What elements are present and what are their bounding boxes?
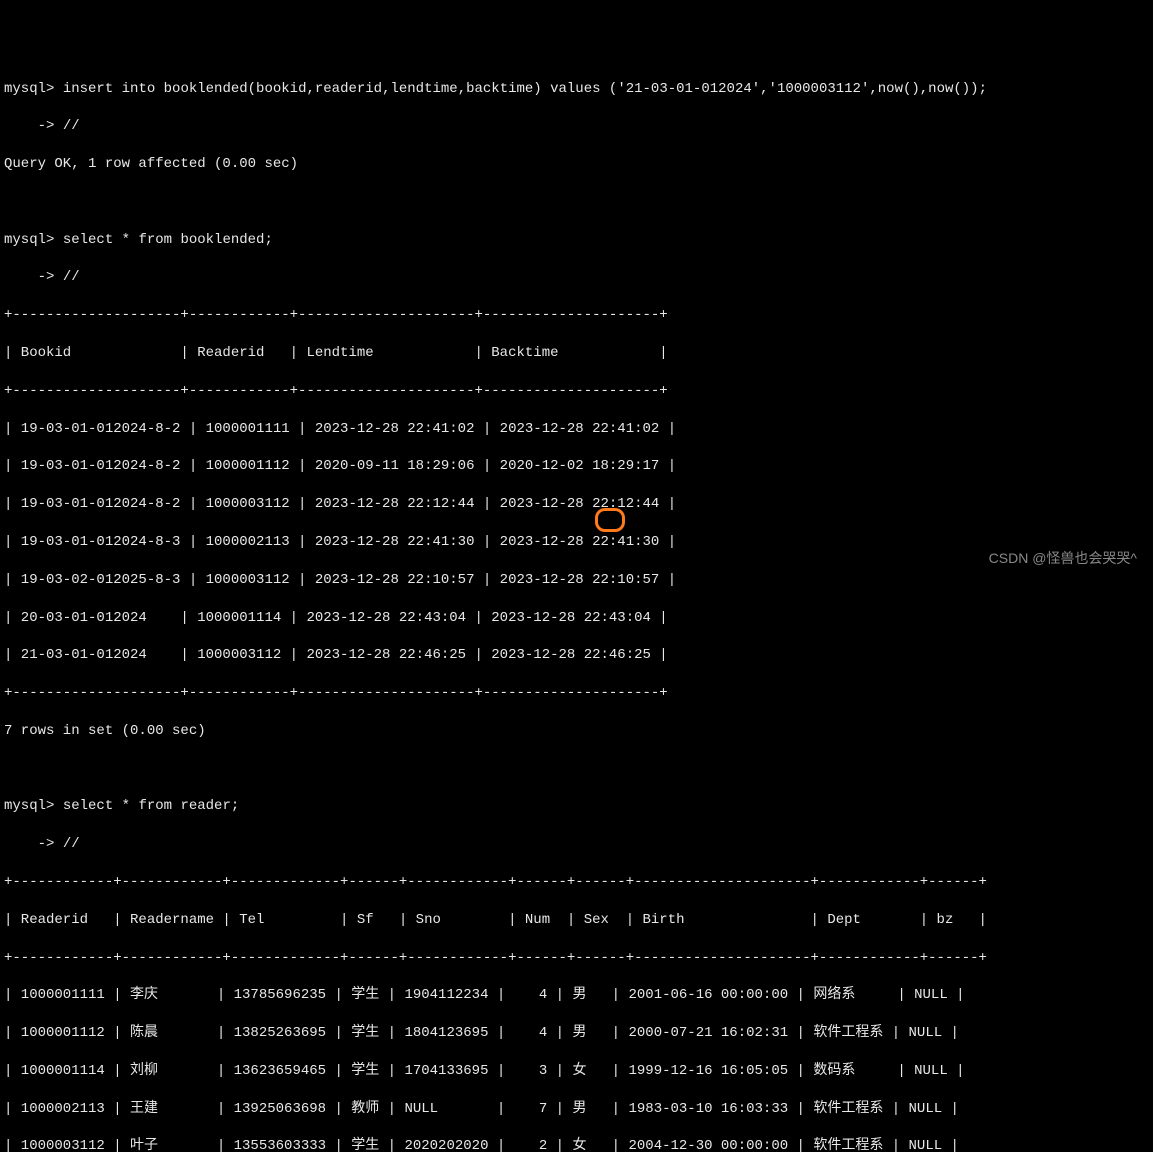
table1-row: | 19-03-01-012024-8-2 | 1000003112 | 202… xyxy=(4,495,1149,514)
table1-row: | 20-03-01-012024 | 1000001114 | 2023-12… xyxy=(4,609,1149,628)
table2-border-top: +------------+------------+-------------… xyxy=(4,873,1149,892)
terminal-line-insert: mysql> insert into booklended(bookid,rea… xyxy=(4,80,1149,99)
delimiter: // xyxy=(63,269,80,285)
table1-border-bot: +--------------------+------------+-----… xyxy=(4,684,1149,703)
sql-insert: insert into booklended(bookid,readerid,l… xyxy=(63,81,987,97)
table2-row: | 1000003112 | 叶子 | 13553603333 | 学生 | 2… xyxy=(4,1137,1149,1152)
prompt: mysql> xyxy=(4,798,54,814)
table1-border-mid: +--------------------+------------+-----… xyxy=(4,382,1149,401)
table1-row: | 19-03-01-012024-8-2 | 1000001112 | 202… xyxy=(4,457,1149,476)
csdn-watermark: CSDN @怪兽也会哭哭^ xyxy=(989,549,1137,568)
table1-footer: 7 rows in set (0.00 sec) xyxy=(4,722,1149,741)
table1-row: | 19-03-01-012024-8-2 | 1000001111 | 202… xyxy=(4,420,1149,439)
terminal-line-select2: mysql> select * from reader; xyxy=(4,797,1149,816)
terminal-line-select1: mysql> select * from booklended; xyxy=(4,231,1149,250)
table1-row: | 19-03-02-012025-8-3 | 1000003112 | 202… xyxy=(4,571,1149,590)
table2-row: | 1000001111 | 李庆 | 13785696235 | 学生 | 1… xyxy=(4,986,1149,1005)
blank-line xyxy=(4,760,1149,779)
table2-border-mid: +------------+------------+-------------… xyxy=(4,949,1149,968)
table2-header: | Readerid | Readername | Tel | Sf | Sno… xyxy=(4,911,1149,930)
terminal-line-cont: -> // xyxy=(4,268,1149,287)
cont-prompt: -> xyxy=(4,269,54,285)
prompt: mysql> xyxy=(4,81,54,97)
table1-row: | 21-03-01-012024 | 1000003112 | 2023-12… xyxy=(4,646,1149,665)
delimiter: // xyxy=(63,118,80,134)
sql-select-booklended: select * from booklended; xyxy=(63,232,273,248)
table1-header: | Bookid | Readerid | Lendtime | Backtim… xyxy=(4,344,1149,363)
table2-row: | 1000001112 | 陈晨 | 13825263695 | 学生 | 1… xyxy=(4,1024,1149,1043)
prompt: mysql> xyxy=(4,232,54,248)
terminal-line-cont: -> // xyxy=(4,117,1149,136)
table1-border-top: +--------------------+------------+-----… xyxy=(4,306,1149,325)
blank-line xyxy=(4,193,1149,212)
table2-row: | 1000001114 | 刘柳 | 13623659465 | 学生 | 1… xyxy=(4,1062,1149,1081)
delimiter: // xyxy=(63,836,80,852)
table2-row: | 1000002113 | 王建 | 13925063698 | 教师 | N… xyxy=(4,1100,1149,1119)
cont-prompt: -> xyxy=(4,118,54,134)
insert-result: Query OK, 1 row affected (0.00 sec) xyxy=(4,155,1149,174)
cont-prompt: -> xyxy=(4,836,54,852)
terminal-line-cont: -> // xyxy=(4,835,1149,854)
table1-row: | 19-03-01-012024-8-3 | 1000002113 | 202… xyxy=(4,533,1149,552)
sql-select-reader: select * from reader; xyxy=(63,798,239,814)
